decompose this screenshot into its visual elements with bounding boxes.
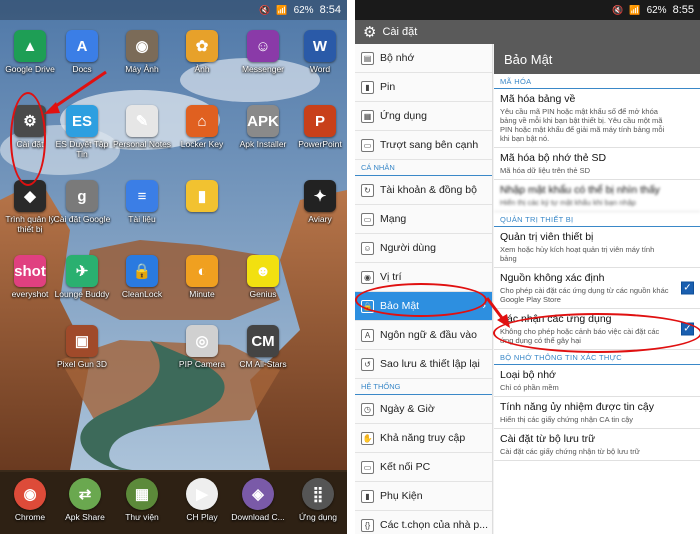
red-arrow-annotation [485,297,510,328]
red-arrow-annotation [44,70,107,114]
left-home-screen: 🔇 📶 62% 8:54 ▲ Google Drive A Docs ◉ Máy Ảnh ✿… [0,0,347,534]
right-settings-screen: 🔇 📶 62% 8:55 ⚙ Cài đặt ▤ Bộ nhớ ▮ Pin ▦ Ứng d… [355,0,700,534]
